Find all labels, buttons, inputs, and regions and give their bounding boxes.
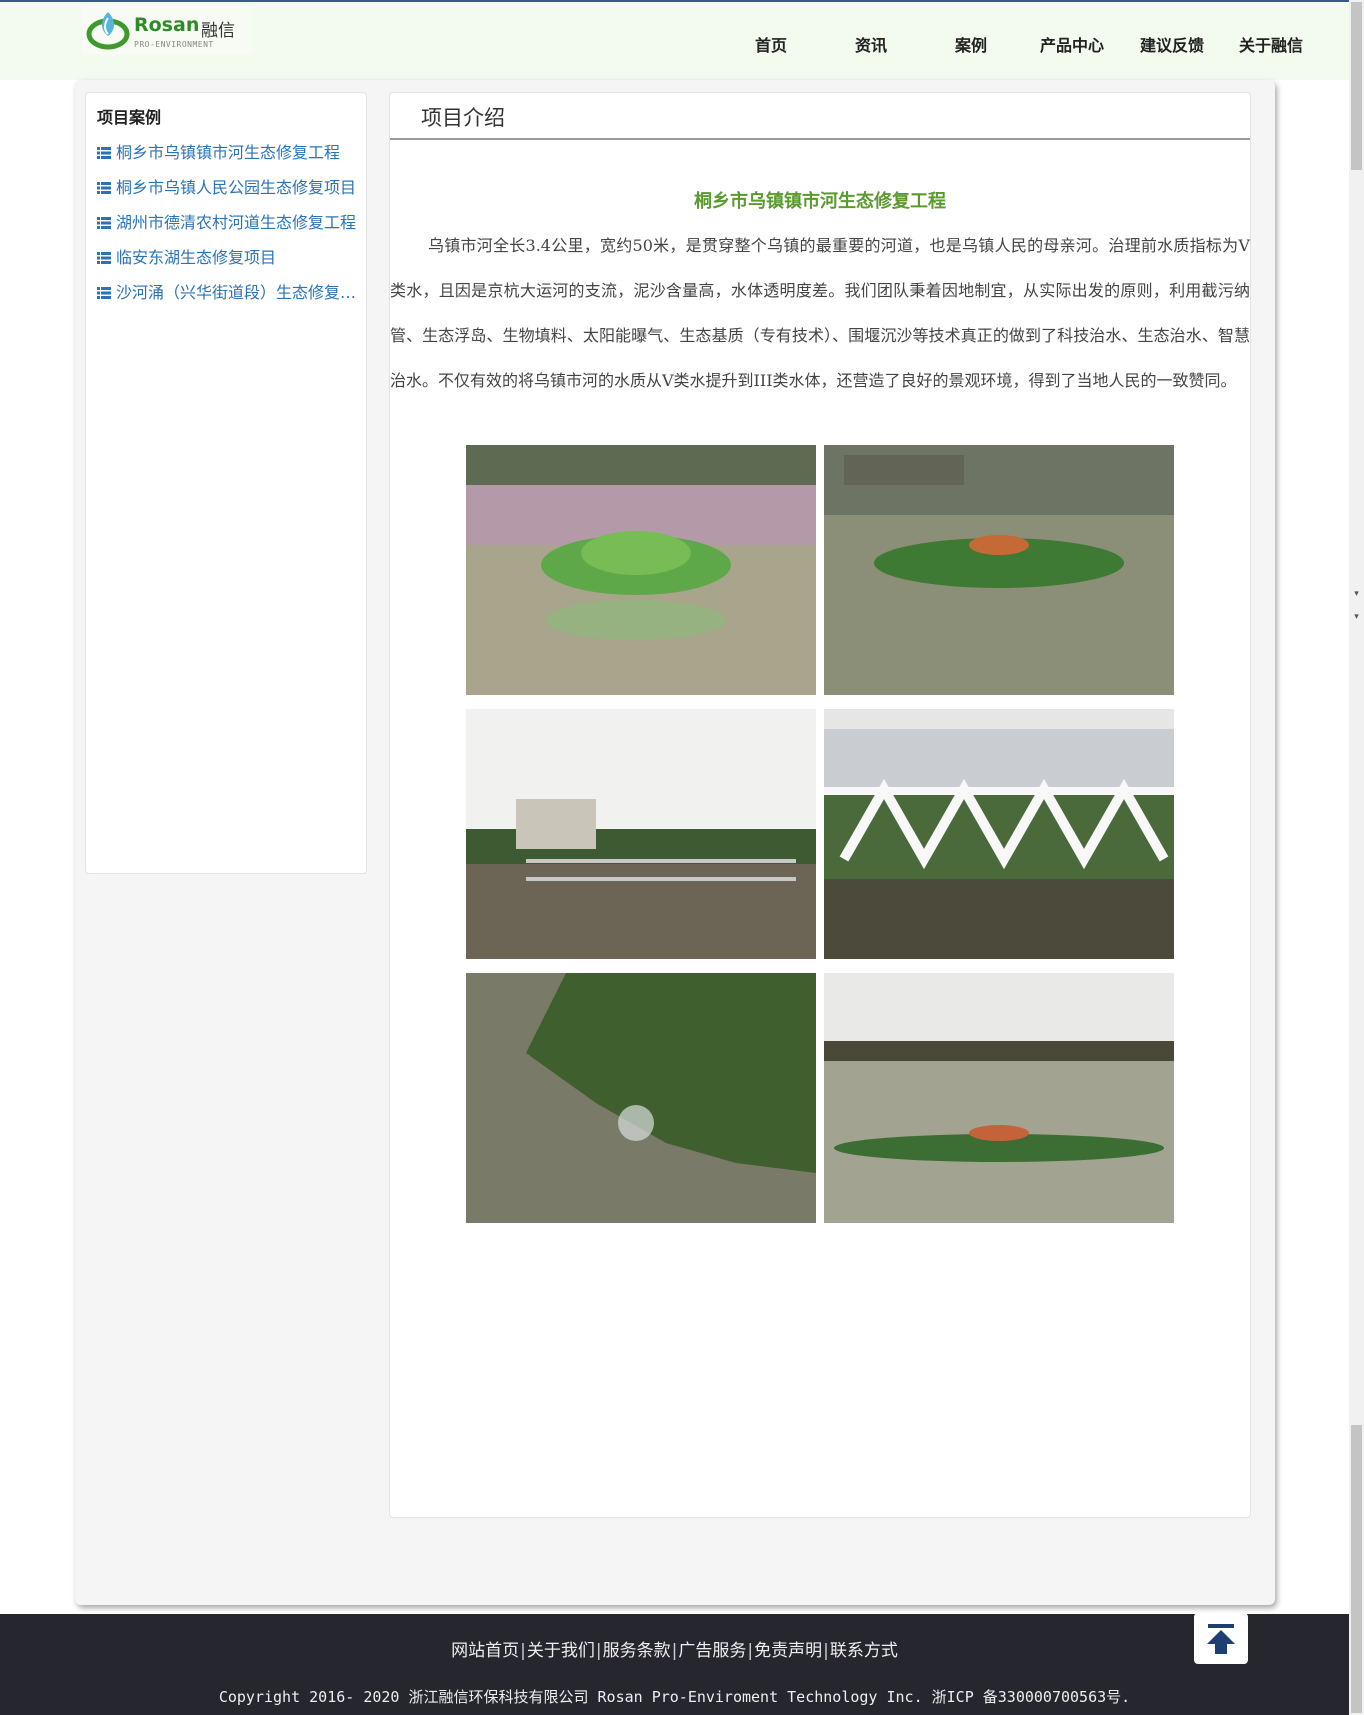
back-to-top-button[interactable] [1194,1613,1248,1664]
copyright-text: Copyright 2016- 2020 浙江融信环保科技有限公司 Rosan … [218,1688,1131,1706]
nav-news[interactable]: 资讯 [855,32,887,55]
scrollbar-thumb[interactable] [1351,2,1362,170]
project-photo [824,709,1174,959]
sidebar: 项目案例 桐乡市乌镇镇市河生态修复工程 桐乡市乌镇人民公园生态修复项目 湖州市德… [85,92,367,874]
scrollbar[interactable]: ▾ ▾ [1349,0,1364,1715]
sidebar-item-label: 湖州市德清农村河道生态修复工程 [116,213,357,232]
footer-link-home[interactable]: 网站首页 [451,1641,519,1661]
brand-name-cn: 融信 [201,21,235,41]
site-header: Rosan 融信 PRO-ENVIRONMENT 首页 资讯 案例 产品中心 建… [0,0,1349,80]
list-icon [97,217,111,229]
sidebar-item-deqing[interactable]: 湖州市德清农村河道生态修复工程 [97,209,359,233]
list-icon [97,287,111,299]
project-photo [824,973,1174,1223]
scroll-down-icon[interactable]: ▾ [1352,613,1361,622]
nav-home[interactable]: 首页 [755,32,787,55]
logo[interactable]: Rosan 融信 PRO-ENVIRONMENT [82,6,252,54]
sidebar-item-label: 沙河涌（兴华街道段）生态修复工程 [116,283,359,302]
list-icon [97,147,111,159]
section-title: 项目介绍 [421,106,505,130]
brand-name-en: Rosan [134,14,200,36]
arrow-up-icon [1207,1624,1235,1654]
nav-about[interactable]: 关于融信 [1238,32,1304,55]
footer-separator: | [520,1641,526,1661]
footer-link-disclaimer[interactable]: 免责声明 [754,1641,822,1661]
project-photo [466,709,816,959]
footer-link-about[interactable]: 关于我们 [527,1641,595,1661]
sidebar-item-wuzhen-park[interactable]: 桐乡市乌镇人民公园生态修复项目 [97,174,359,198]
site-footer: 网站首页|关于我们|服务条款|广告服务|免责声明|联系方式 Copyright … [0,1614,1349,1715]
sidebar-item-linan[interactable]: 临安东湖生态修复项目 [97,244,359,268]
sidebar-item-wuzhen-river[interactable]: 桐乡市乌镇镇市河生态修复工程 [97,139,359,163]
article-title: 桐乡市乌镇镇市河生态修复工程 [694,191,946,212]
sidebar-item-label: 桐乡市乌镇镇市河生态修复工程 [116,143,341,162]
sidebar-title: 项目案例 [97,108,162,127]
scroll-down-icon[interactable]: ▾ [1352,590,1361,599]
footer-link-ads[interactable]: 广告服务 [678,1641,746,1661]
article-body: 乌镇市河全长3.4公里，宽约50米，是贯穿整个乌镇的最重要的河道，也是乌镇人民的… [390,236,1250,390]
nav-feedback[interactable]: 建议反馈 [1139,32,1205,55]
sidebar-item-label: 桐乡市乌镇人民公园生态修复项目 [116,178,357,197]
content-header: 项目介绍 [390,93,1250,140]
footer-separator: | [823,1641,829,1661]
project-photo [824,445,1174,695]
footer-link-contact[interactable]: 联系方式 [830,1641,898,1661]
project-photo [466,445,816,695]
footer-links: 网站首页|关于我们|服务条款|广告服务|免责声明|联系方式 [0,1636,1349,1661]
list-icon [97,182,111,194]
footer-separator: | [595,1641,602,1661]
nav-cases[interactable]: 案例 [955,32,987,55]
footer-separator: | [747,1641,754,1661]
footer-link-terms[interactable]: 服务条款 [603,1641,671,1661]
brand-tagline: PRO-ENVIRONMENT [134,40,214,49]
list-icon [97,252,111,264]
project-photo [466,973,816,1223]
nav-products[interactable]: 产品中心 [1039,32,1105,55]
scrollbar-thumb[interactable] [1351,1425,1362,1713]
sidebar-item-label: 临安东湖生态修复项目 [116,248,277,267]
sidebar-item-shahe[interactable]: 沙河涌（兴华街道段）生态修复工程 [97,279,359,303]
content-panel: 项目介绍 桐乡市乌镇镇市河生态修复工程 乌镇市河全长3.4公里，宽约50米，是贯… [389,92,1251,1518]
logo-leaf-icon [86,12,130,50]
